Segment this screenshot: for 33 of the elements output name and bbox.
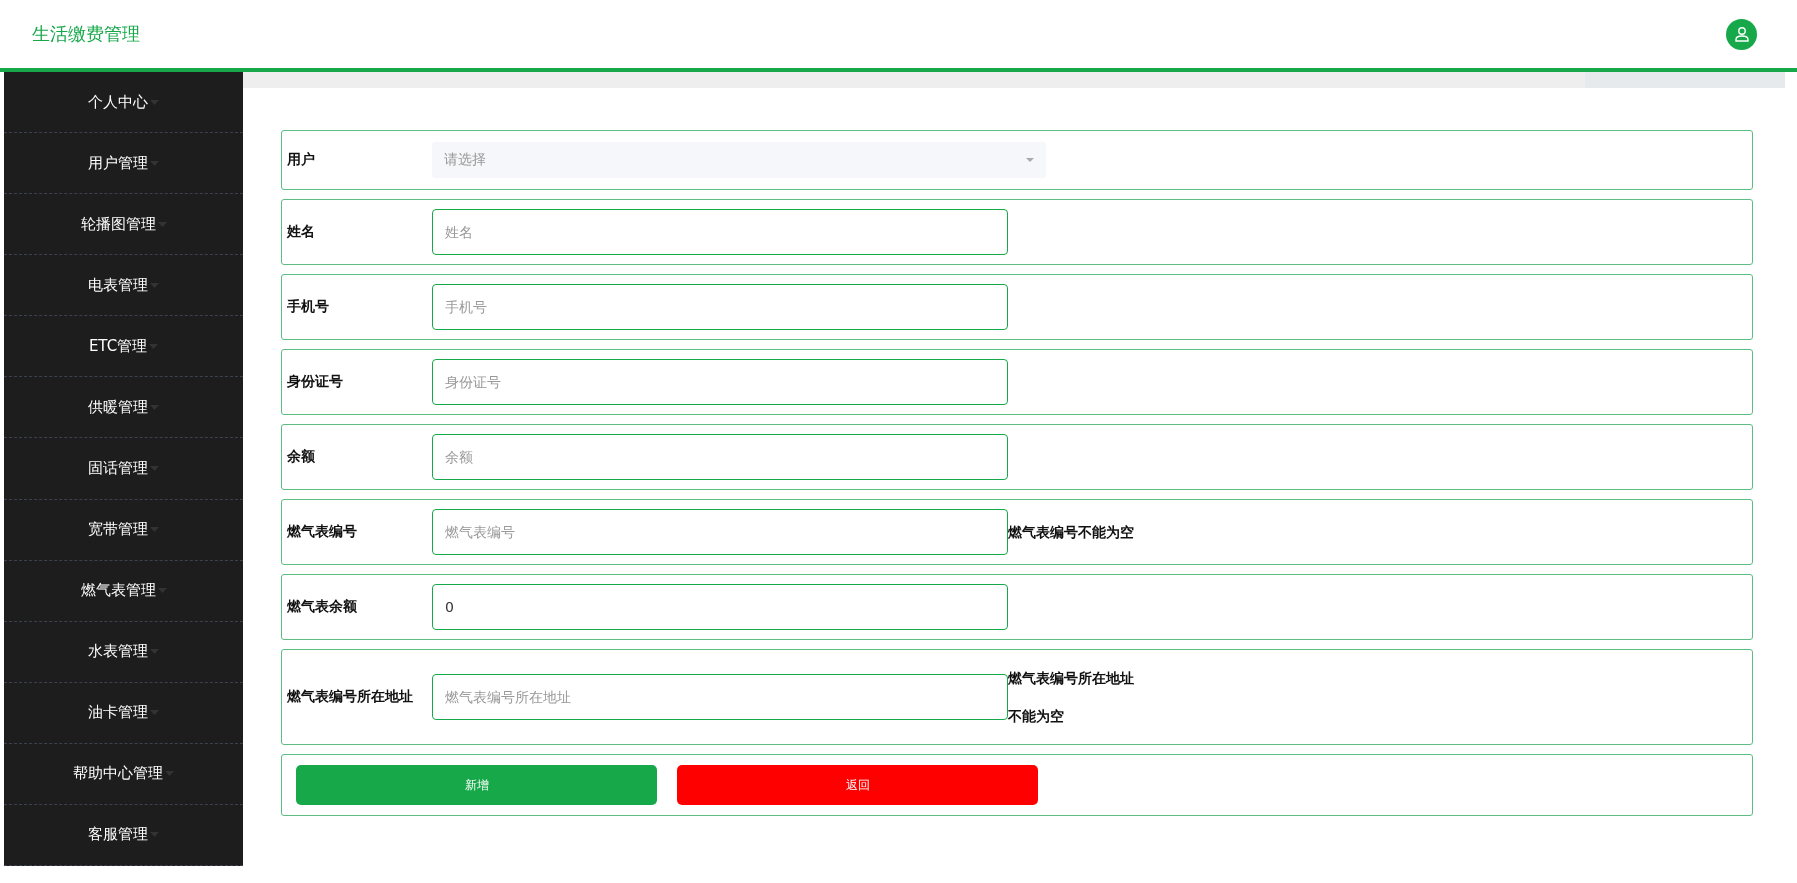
field-label: 用户 bbox=[287, 151, 316, 169]
back-button[interactable]: 返回 bbox=[677, 765, 1038, 805]
app-title: 生活缴费管理 bbox=[32, 22, 140, 46]
sidebar-item[interactable]: 油卡管理 bbox=[4, 682, 243, 744]
sidebar-item[interactable]: ETC管理 bbox=[4, 316, 243, 378]
input-field[interactable]: 余额 bbox=[432, 434, 1008, 480]
sidebar-item[interactable]: 供暖管理 bbox=[4, 377, 243, 439]
sidebar-item[interactable]: 固话管理 bbox=[4, 438, 243, 500]
input-field[interactable]: 燃气表编号 bbox=[432, 509, 1008, 555]
field-label: 身份证号 bbox=[287, 373, 344, 391]
input-field[interactable]: 手机号 bbox=[432, 284, 1008, 330]
input-field[interactable]: 燃气表编号所在地址 bbox=[432, 674, 1008, 720]
caret-icon bbox=[1026, 158, 1034, 162]
input-field[interactable]: 0 bbox=[432, 584, 1008, 630]
sidebar-item[interactable]: 电表管理 bbox=[4, 255, 243, 317]
sidebar-item[interactable]: 燃气表管理 bbox=[4, 560, 243, 622]
input-field[interactable]: 姓名 bbox=[432, 209, 1008, 255]
field-label: 燃气表余额 bbox=[287, 598, 358, 616]
sidebar-item[interactable]: 用户管理 bbox=[4, 133, 243, 195]
field-label: 手机号 bbox=[287, 298, 330, 316]
sidebar-item[interactable]: 帮助中心管理 bbox=[4, 743, 243, 805]
field-label: 余额 bbox=[287, 448, 316, 466]
user-avatar-icon[interactable] bbox=[1726, 18, 1757, 50]
sidebar-item[interactable]: 客服管理 bbox=[4, 804, 243, 866]
field-label: 燃气表编号所在地址 bbox=[287, 688, 414, 706]
field-label: 燃气表编号 bbox=[287, 523, 358, 541]
error-message: 燃气表编号所在地址不能为空 bbox=[1008, 669, 1135, 726]
sidebar-item[interactable]: 轮播图管理 bbox=[4, 194, 243, 256]
field-label: 姓名 bbox=[287, 223, 316, 241]
error-message: 燃气表编号不能为空 bbox=[1008, 523, 1135, 542]
input-field[interactable]: 身份证号 bbox=[432, 359, 1008, 405]
sidebar-item[interactable]: 宽带管理 bbox=[4, 499, 243, 561]
sidebar-item[interactable]: 水表管理 bbox=[4, 621, 243, 683]
